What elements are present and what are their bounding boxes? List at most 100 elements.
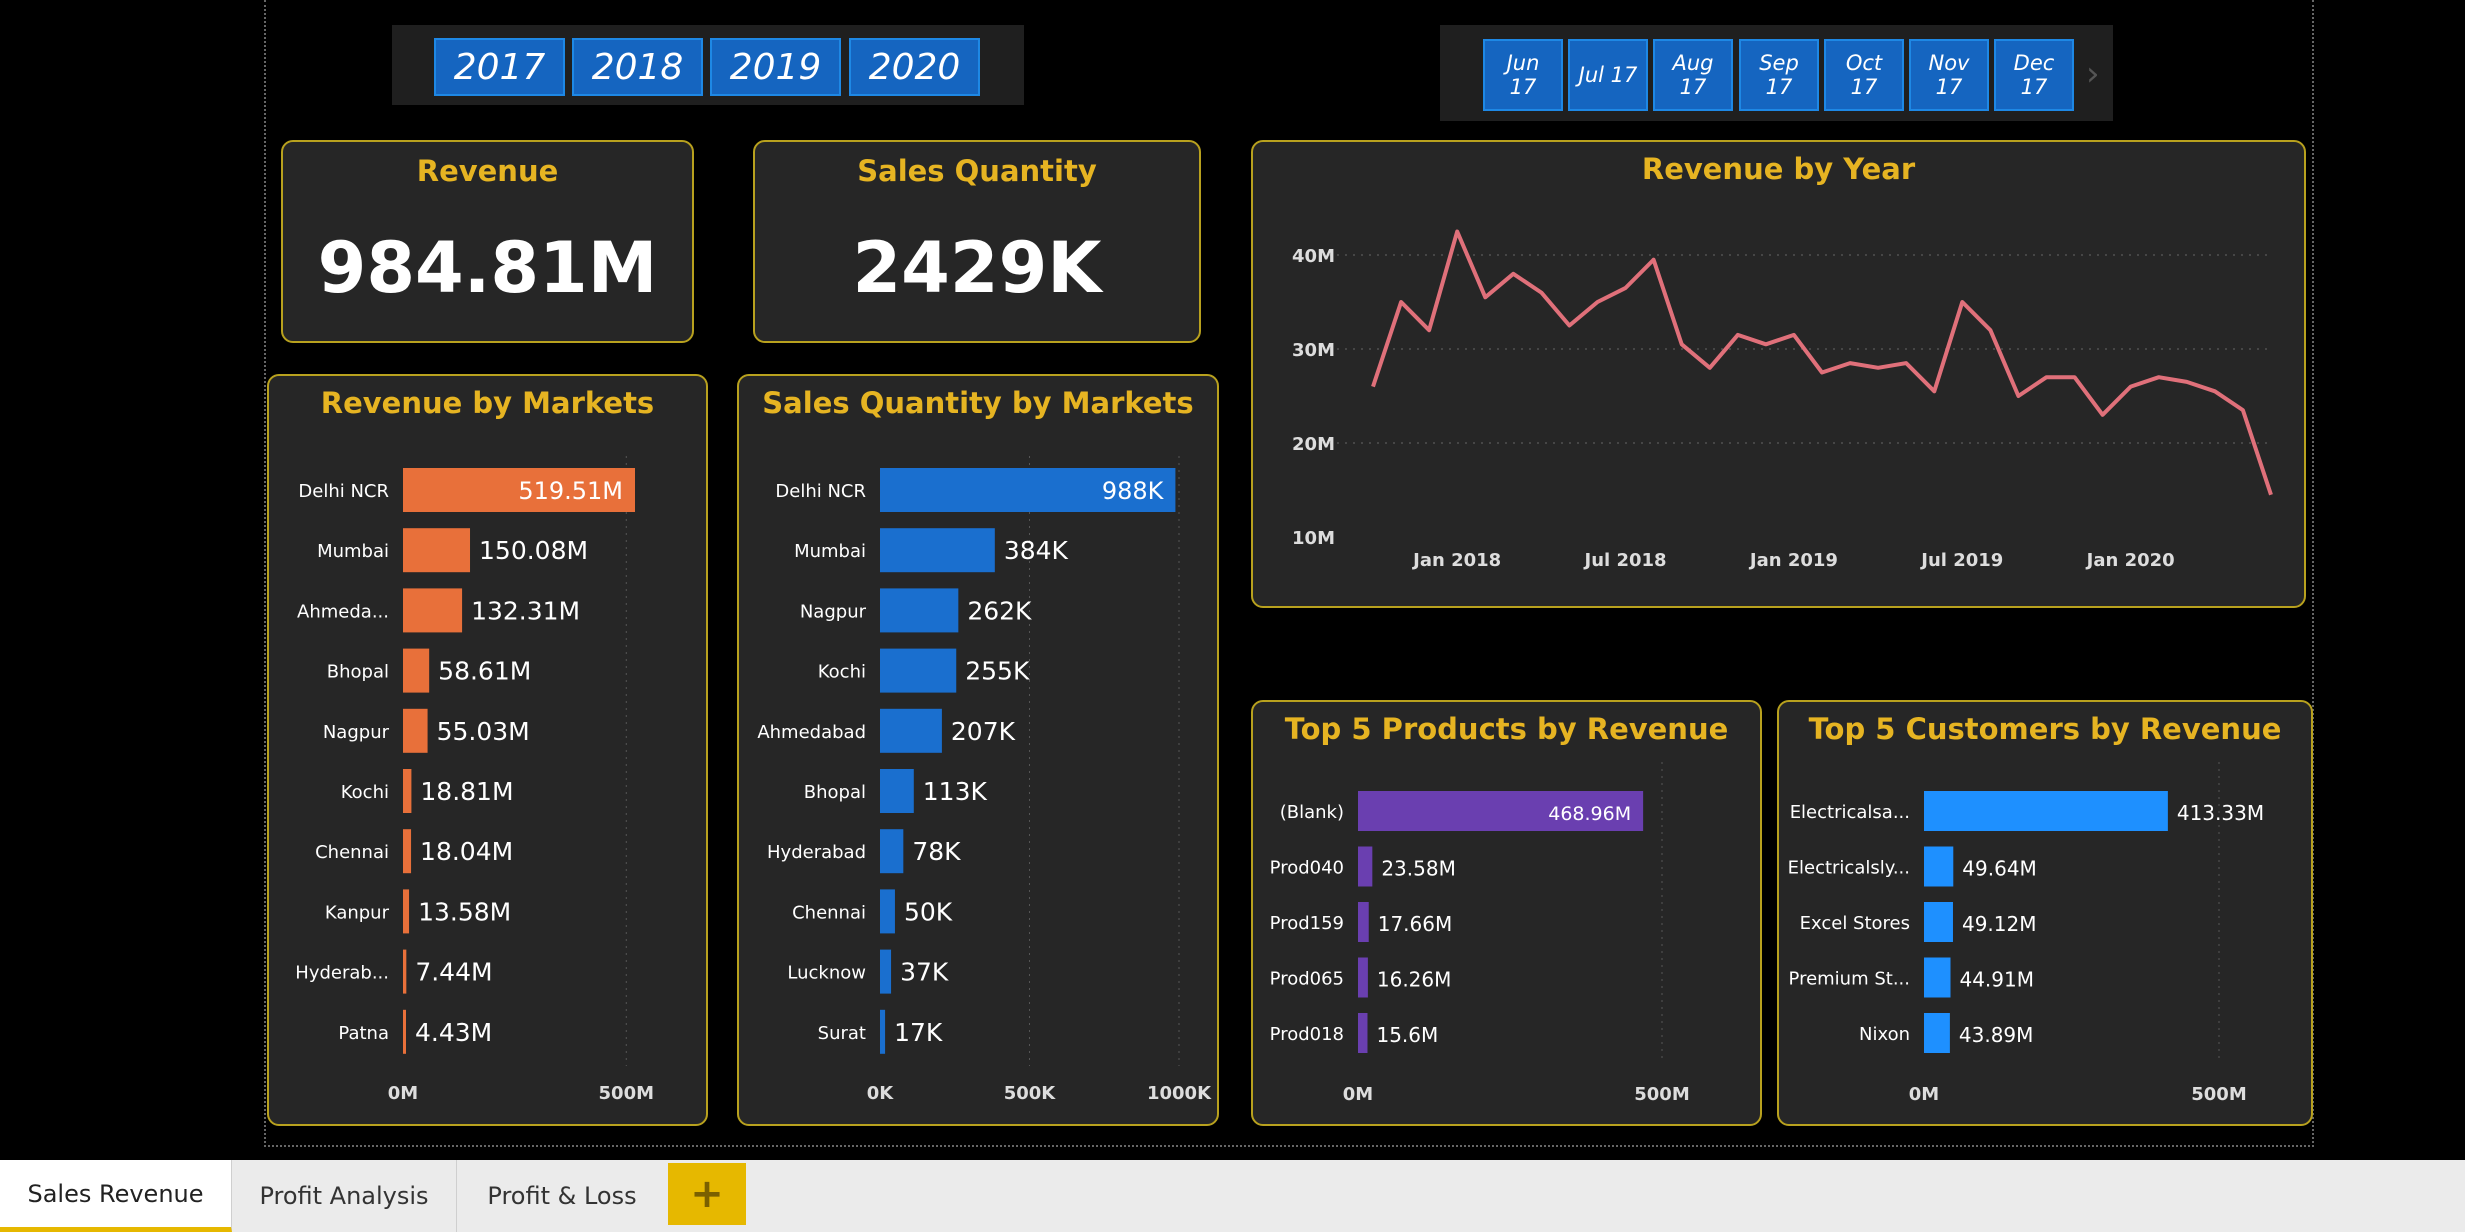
bar[interactable] [880, 648, 957, 693]
category-label: Mumbai [317, 541, 389, 562]
bar[interactable] [1924, 846, 1954, 887]
bar[interactable] [880, 769, 914, 813]
month-button-6[interactable]: Dec 17 [1994, 39, 2074, 111]
x-tick-label: Jul 2018 [1583, 550, 1667, 571]
year-button-2020[interactable]: 2020 [849, 38, 980, 96]
data-label: 988K [1102, 477, 1165, 505]
month-button-5[interactable]: Nov 17 [1909, 39, 1989, 111]
x-tick-label: 500K [1004, 1083, 1057, 1104]
data-label: 78K [912, 837, 961, 866]
x-tick-label: Jul 2019 [1919, 550, 2003, 571]
data-label: 49.64M [1962, 857, 2037, 881]
top-customers-card: Top 5 Customers by Revenue 0M 500M Electri… [1777, 700, 2313, 1126]
data-label: 13.58M [418, 897, 511, 926]
category-label: Kochi [341, 782, 389, 803]
data-label: 49.12M [1962, 912, 2037, 936]
y-tick-label: 10M [1292, 528, 1335, 549]
bar[interactable] [403, 829, 412, 874]
chevron-right-icon[interactable]: › [2086, 54, 2100, 94]
sales-quantity-by-markets-card: Sales Quantity by Markets 0K 500K 1000K Del… [737, 374, 1219, 1126]
top-products-card: Top 5 Products by Revenue 0M 500M (Blank) 4… [1251, 700, 1762, 1126]
month-label: Aug [1672, 50, 1714, 75]
category-label: Electricalsa... [1790, 802, 1910, 823]
data-label: 207K [951, 717, 1016, 746]
month-year-label: 17 [1679, 75, 1707, 99]
month-button-4[interactable]: Oct 17 [1824, 39, 1904, 111]
data-label: 55.03M [437, 717, 530, 746]
category-label: Prod159 [1270, 913, 1344, 934]
category-label: Nagpur [323, 722, 390, 743]
bar[interactable] [1358, 902, 1369, 942]
bar[interactable] [880, 1009, 886, 1054]
bar[interactable] [1358, 846, 1373, 887]
y-tick-label: 30M [1292, 340, 1335, 361]
bar[interactable] [1924, 902, 1953, 942]
month-label: Jun [1506, 50, 1540, 75]
x-tick-label: 500M [2191, 1084, 2247, 1105]
category-label: Chennai [315, 842, 389, 863]
page-tabs-bar: Sales Revenue Profit Analysis Profit & L… [0, 1160, 2465, 1232]
x-tick-label: Jan 2018 [1411, 550, 1501, 571]
data-label: 113K [923, 777, 988, 806]
year-button-2019[interactable]: 2019 [710, 38, 841, 96]
revenue-by-year-card: Revenue by Year 10M 20M 30M 40M Jan 2018 Jul … [1251, 140, 2306, 608]
month-button-1[interactable]: Jul 17 [1568, 39, 1648, 111]
x-tick-label: 1000K [1147, 1083, 1212, 1104]
data-label: 519.51M [518, 477, 623, 505]
data-label: 44.91M [1959, 968, 2034, 992]
data-label: 255K [965, 657, 1030, 686]
bar[interactable] [403, 889, 410, 934]
bar[interactable] [403, 648, 430, 693]
bar[interactable] [1924, 1013, 1950, 1053]
bar[interactable] [880, 949, 892, 994]
category-label: Chennai [792, 902, 866, 923]
bar[interactable] [1924, 957, 1951, 998]
data-label: 50K [904, 897, 953, 926]
data-label: 43.89M [1959, 1023, 2034, 1047]
data-label: 7.44M [415, 958, 492, 987]
revenue-card: Revenue 984.81M [281, 140, 694, 343]
bar[interactable] [403, 708, 428, 753]
y-tick-label: 40M [1292, 246, 1335, 267]
month-year-label: 17 [1509, 75, 1537, 99]
bar[interactable] [1358, 957, 1368, 998]
bar[interactable] [880, 588, 959, 633]
month-button-0[interactable]: Jun 17 [1483, 39, 1563, 111]
tab-profit-analysis[interactable]: Profit Analysis [232, 1160, 457, 1232]
month-label: Jul 17 [1578, 62, 1638, 87]
category-label: Nagpur [800, 601, 867, 622]
revenue-by-year-chart: 10M 20M 30M 40M Jan 2018 Jul 2018 Jan 2019 Jul … [1292, 229, 2273, 571]
year-button-2018[interactable]: 2018 [572, 38, 703, 96]
bar[interactable] [1924, 791, 2168, 831]
year-button-2017[interactable]: 2017 [434, 38, 565, 96]
category-label: Kochi [818, 662, 866, 683]
bar[interactable] [880, 528, 995, 573]
data-label: 384K [1004, 536, 1069, 565]
month-button-3[interactable]: Sep 17 [1739, 39, 1819, 111]
category-label: Bhopal [804, 782, 866, 803]
x-tick-label: Jan 2019 [1748, 550, 1838, 571]
bar[interactable] [403, 588, 463, 633]
bar[interactable] [880, 708, 942, 753]
bar[interactable] [880, 829, 904, 874]
category-label: Hyderab... [295, 963, 389, 984]
revenue-by-markets-card: Revenue by Markets 0M 500M Delhi NCR 519.51… [267, 374, 708, 1126]
bar[interactable] [880, 889, 895, 934]
month-button-2[interactable]: Aug 17 [1653, 39, 1733, 111]
revenue-value: 984.81M [317, 227, 658, 309]
data-label: 15.6M [1376, 1023, 1438, 1047]
bar[interactable] [403, 528, 471, 573]
category-label: Delhi NCR [298, 481, 389, 502]
bar[interactable] [403, 949, 407, 994]
bar[interactable] [1358, 1013, 1368, 1053]
bar[interactable] [403, 769, 412, 813]
data-label: 413.33M [2177, 801, 2264, 825]
top-customers-chart: 0M 500M Electricalsa... 413.33M Electricalsl… [1788, 762, 2264, 1105]
bar[interactable] [403, 1009, 406, 1054]
month-label: Sep [1759, 50, 1799, 75]
tab-profit-and-loss[interactable]: Profit & Loss [457, 1160, 667, 1232]
tab-sales-revenue[interactable]: Sales Revenue [0, 1160, 232, 1232]
revenue-line[interactable] [1371, 229, 2273, 496]
add-page-button[interactable]: + [668, 1163, 746, 1225]
x-tick-label: Jan 2020 [2085, 550, 2175, 571]
